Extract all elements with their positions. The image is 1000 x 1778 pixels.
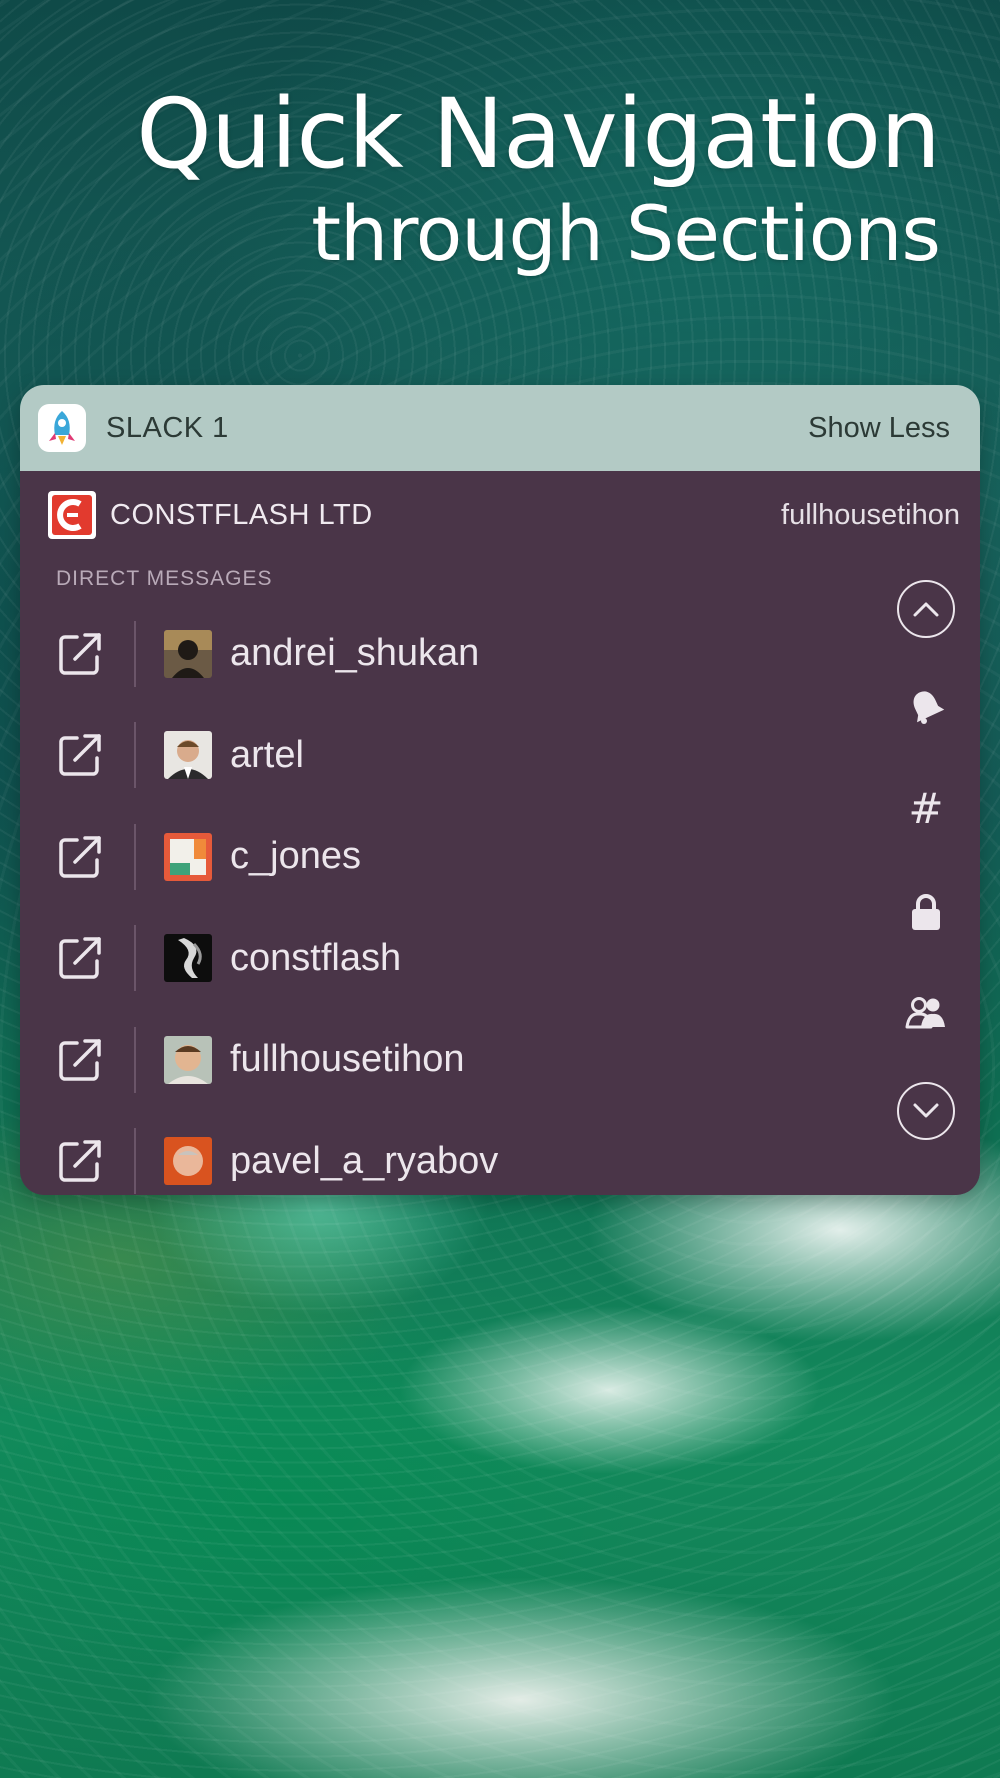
show-less-button[interactable]: Show Less xyxy=(808,412,950,445)
avatar xyxy=(164,1035,212,1084)
open-external-icon[interactable] xyxy=(56,934,104,982)
users-icon xyxy=(905,997,945,1029)
list-item[interactable]: pavel_a_ryabov xyxy=(20,1111,880,1196)
team-logo-icon xyxy=(48,491,96,539)
team-row: CONSTFLASH LTD fullhousetihon xyxy=(48,491,960,539)
widget-body: CONSTFLASH LTD fullhousetihon DIRECT MES… xyxy=(20,471,980,1195)
open-external-icon[interactable] xyxy=(56,833,104,881)
hash-icon: # xyxy=(908,783,944,833)
open-external-icon[interactable] xyxy=(56,1036,104,1084)
dm-username: fullhousetihon xyxy=(230,1038,465,1081)
mentions-button[interactable] xyxy=(894,681,958,731)
team-username: fullhousetihon xyxy=(781,498,960,531)
dm-username: andrei_shukan xyxy=(230,632,480,675)
groups-button[interactable] xyxy=(894,987,958,1037)
open-external-icon[interactable] xyxy=(56,630,104,678)
widget-title: SLACK 1 xyxy=(106,411,229,444)
headline-line-2: through Sections xyxy=(311,189,941,278)
channels-button[interactable]: # xyxy=(894,783,958,833)
headline-line-1: Quick Navigation xyxy=(136,78,941,190)
dm-username: artel xyxy=(230,733,304,776)
avatar xyxy=(164,1137,212,1186)
scroll-up-button[interactable] xyxy=(894,577,958,641)
avatar xyxy=(164,629,212,678)
slack-widget: SLACK 1 Show Less CONSTFLASH LTD fullhou… xyxy=(20,385,980,1195)
chevron-up-icon xyxy=(897,580,955,638)
open-external-icon[interactable] xyxy=(56,731,104,779)
chevron-down-icon xyxy=(897,1082,955,1140)
open-external-icon[interactable] xyxy=(56,1137,104,1185)
list-item[interactable]: fullhousetihon xyxy=(20,1009,880,1111)
list-item[interactable]: c_jones xyxy=(20,806,880,908)
divider xyxy=(134,925,136,992)
bell-icon xyxy=(913,691,945,724)
divider xyxy=(134,722,136,789)
divider xyxy=(134,1128,136,1195)
list-item[interactable]: andrei_shukan xyxy=(20,603,880,705)
divider xyxy=(134,1026,136,1093)
headline: Quick Navigation through Sections xyxy=(136,78,941,280)
slack-app-icon xyxy=(38,404,86,452)
scroll-down-button[interactable] xyxy=(894,1079,958,1143)
dm-username: constflash xyxy=(230,936,402,979)
avatar xyxy=(164,832,212,881)
lock-icon xyxy=(912,894,940,930)
team-name: CONSTFLASH LTD xyxy=(110,498,373,531)
dm-username: c_jones xyxy=(230,835,361,878)
avatar xyxy=(164,934,212,983)
list-item[interactable]: artel xyxy=(20,705,880,807)
private-channels-button[interactable] xyxy=(894,887,958,937)
direct-messages-list: andrei_shukan artel c_jones constflash f… xyxy=(20,603,880,1195)
widget-header: SLACK 1 Show Less xyxy=(20,385,980,471)
list-item[interactable]: constflash xyxy=(20,908,880,1010)
dm-username: pavel_a_ryabov xyxy=(230,1139,499,1182)
avatar xyxy=(164,731,212,780)
divider xyxy=(134,823,136,890)
section-label: DIRECT MESSAGES xyxy=(56,567,273,590)
divider xyxy=(134,620,136,687)
